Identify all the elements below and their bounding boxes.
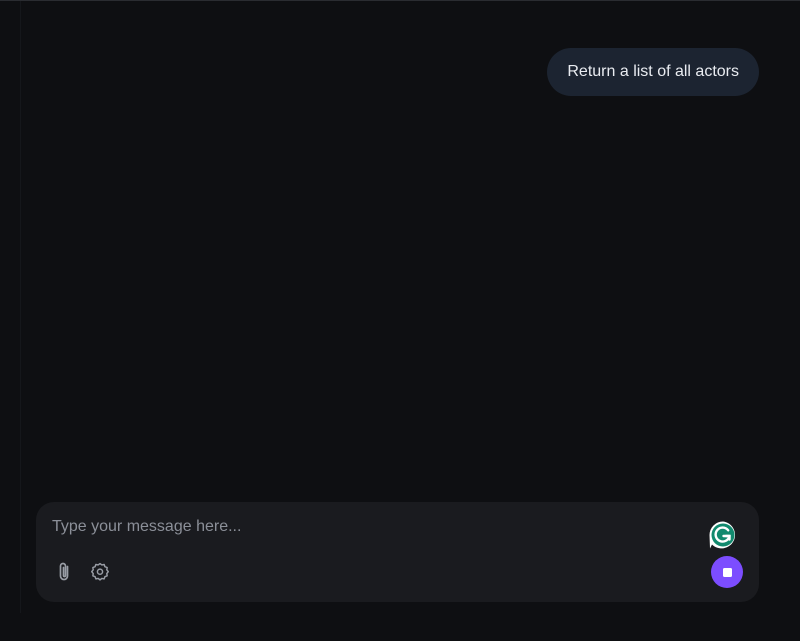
message-input[interactable] xyxy=(52,514,692,540)
stop-generation-button[interactable] xyxy=(711,556,743,588)
message-list: Return a list of all actors xyxy=(0,1,800,581)
user-message-text: Return a list of all actors xyxy=(567,63,739,80)
stop-icon xyxy=(722,567,732,577)
grammarly-icon[interactable] xyxy=(708,520,738,550)
user-message-bubble: Return a list of all actors xyxy=(547,48,759,96)
message-composer xyxy=(36,502,759,602)
chat-window: Return a list of all actors xyxy=(0,0,800,641)
settings-button[interactable] xyxy=(86,558,114,586)
gear-icon xyxy=(91,562,109,581)
attach-button[interactable] xyxy=(50,558,78,586)
paperclip-icon xyxy=(59,562,69,581)
